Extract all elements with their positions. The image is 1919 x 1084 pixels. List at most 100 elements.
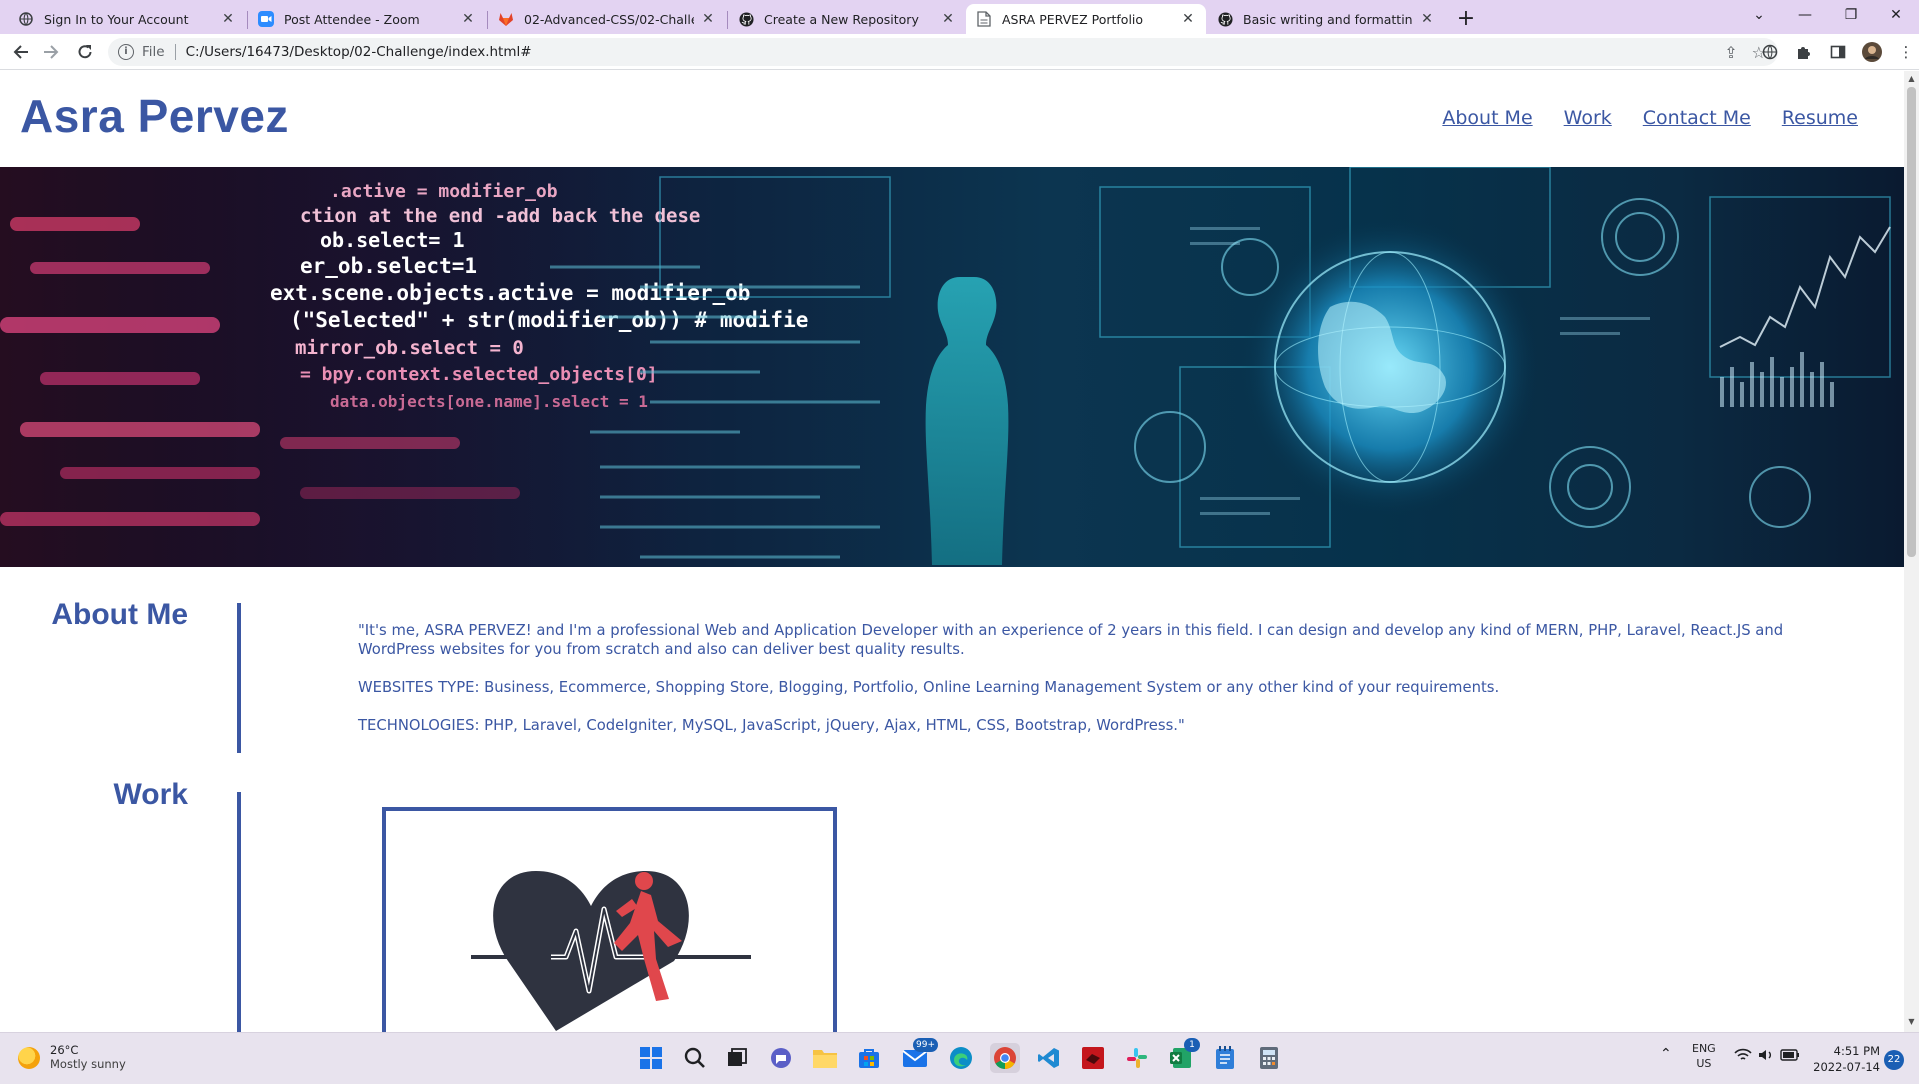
close-tab-icon[interactable]: ✕ [460, 11, 476, 27]
start-windows-icon[interactable] [636, 1043, 666, 1073]
reload-button[interactable] [72, 39, 98, 65]
site-title: Asra Pervez [20, 90, 289, 142]
close-tab-icon[interactable]: ✕ [940, 11, 956, 27]
globe-icon [18, 11, 34, 27]
scrollbar-thumb[interactable] [1907, 87, 1916, 557]
address-url[interactable]: C:/Users/16473/Desktop/02-Challenge/inde… [186, 44, 532, 60]
new-tab-button[interactable]: + [1452, 6, 1480, 34]
hero-code-line: ction at the end -add back the dese [300, 205, 700, 227]
mail-icon[interactable]: 99+ [900, 1038, 938, 1073]
hero-code-line: data.objects[one.name].select = 1 [330, 392, 648, 411]
tab-title: ASRA PERVEZ Portfolio [1002, 11, 1144, 27]
minimize-button[interactable]: — [1782, 0, 1828, 30]
nav-link-work[interactable]: Work [1564, 107, 1612, 129]
scroll-down-arrow-icon[interactable]: ▼ [1907, 1017, 1916, 1027]
hero-code-line: ext.scene.objects.active = modifier_ob [270, 281, 750, 305]
battery-icon[interactable] [1780, 1048, 1800, 1066]
close-window-button[interactable]: ✕ [1873, 0, 1919, 30]
sun-icon [18, 1046, 40, 1069]
clock-date: 2022-07-14 [1813, 1060, 1880, 1074]
about-me-text: "It's me, ASRA PERVEZ! and I'm a profess… [358, 621, 1818, 754]
hero-code-line: .active = modifier_ob [330, 181, 558, 202]
slack-icon[interactable] [1122, 1043, 1152, 1073]
scroll-up-arrow-icon[interactable]: ▲ [1907, 74, 1916, 84]
taskbar-clock[interactable]: 4:51 PM 2022-07-14 [1810, 1043, 1880, 1075]
close-tab-icon[interactable]: ✕ [220, 11, 236, 27]
red-app-icon[interactable] [1078, 1043, 1108, 1073]
file-explorer-icon[interactable] [810, 1043, 840, 1073]
vscode-icon[interactable] [1034, 1043, 1064, 1073]
restore-button[interactable]: ❐ [1828, 0, 1874, 30]
address-scheme: File [142, 44, 165, 60]
close-tab-icon[interactable]: ✕ [1419, 11, 1435, 27]
tab-title: 02-Advanced-CSS/02-Challenge [524, 11, 694, 27]
file-icon [976, 11, 992, 27]
tab-title: Create a New Repository [764, 11, 919, 27]
tab-title: Basic writing and formatting synt [1243, 11, 1413, 27]
about-paragraph: "It's me, ASRA PERVEZ! and I'm a profess… [358, 622, 1784, 658]
about-divider [237, 603, 241, 753]
github-icon [738, 11, 754, 27]
heart-runner-logo [471, 871, 751, 1031]
close-tab-icon[interactable]: ✕ [1180, 11, 1196, 27]
work-project-card[interactable] [382, 807, 837, 1032]
browser-tab-5[interactable]: Basic writing and formatting synt ✕ [1207, 4, 1445, 34]
address-bar[interactable]: i File C:/Users/16473/Desktop/02-Challen… [108, 38, 1778, 66]
work-heading: Work [113, 778, 188, 811]
calculator-icon[interactable] [1254, 1043, 1284, 1073]
notification-count-badge[interactable]: 22 [1884, 1050, 1904, 1070]
extensions-puzzle-icon[interactable] [1794, 42, 1814, 62]
tab-search-chevron-icon[interactable]: ⌄ [1736, 0, 1782, 30]
gitlab-icon [498, 11, 514, 27]
site-nav: About Me Work Contact Me Resume [1442, 107, 1858, 129]
mail-badge: 99+ [913, 1038, 938, 1052]
forward-button[interactable] [38, 39, 64, 65]
browser-tab-3[interactable]: Create a New Repository ✕ [728, 4, 966, 34]
wifi-icon[interactable] [1734, 1048, 1752, 1066]
browser-menu-icon[interactable]: ⋮ [1896, 42, 1916, 62]
clock-time: 4:51 PM [1833, 1044, 1880, 1058]
browser-tab-strip: Sign In to Your Account ✕ Post Attendee … [0, 0, 1919, 34]
nav-link-contact-me[interactable]: Contact Me [1643, 107, 1751, 129]
browser-tab-2[interactable]: 02-Advanced-CSS/02-Challenge ✕ [488, 4, 726, 34]
teams-chat-icon[interactable] [766, 1043, 796, 1073]
site-header: Asra Pervez About Me Work Contact Me Res… [0, 71, 1904, 167]
volume-icon[interactable] [1758, 1048, 1774, 1066]
hero-code-line: er_ob.select=1 [300, 254, 477, 278]
language-indicator[interactable]: ENG US [1692, 1041, 1716, 1071]
browser-tab-1[interactable]: Post Attendee - Zoom ✕ [248, 4, 486, 34]
tab-title: Post Attendee - Zoom [284, 11, 420, 27]
github-icon [1217, 11, 1233, 27]
page-scrollbar[interactable]: ▲ ▼ [1904, 71, 1919, 1032]
browser-toolbar: i File C:/Users/16473/Desktop/02-Challen… [0, 34, 1919, 70]
task-view-icon[interactable] [722, 1043, 752, 1073]
nav-link-resume[interactable]: Resume [1782, 107, 1858, 129]
hero-code-line: = bpy.context.selected_objects[0] [300, 364, 658, 385]
close-tab-icon[interactable]: ✕ [700, 11, 716, 27]
profile-avatar[interactable] [1862, 42, 1882, 62]
notepad-icon[interactable] [1210, 1043, 1240, 1073]
zoom-icon [258, 11, 274, 27]
share-icon[interactable]: ⇪ [1724, 43, 1737, 62]
site-info-icon[interactable]: i [118, 44, 134, 60]
browser-tab-4-active[interactable]: ASRA PERVEZ Portfolio ✕ [966, 4, 1206, 34]
tab-title: Sign In to Your Account [44, 11, 189, 27]
windows-taskbar: 26°C Mostly sunny 99+ 1 ⌃ ENG US 4:51 PM… [0, 1032, 1919, 1084]
edge-icon[interactable] [946, 1043, 976, 1073]
hero-code-line: ("Selected" + str(modifier_ob)) # modifi… [290, 308, 808, 332]
side-panel-icon[interactable] [1828, 42, 1848, 62]
excel-icon[interactable]: 1 [1166, 1038, 1200, 1073]
about-me-heading: About Me [51, 598, 188, 631]
microsoft-store-icon[interactable] [854, 1043, 884, 1073]
hero-code-line: mirror_ob.select = 0 [295, 337, 524, 359]
browser-tab-0[interactable]: Sign In to Your Account ✕ [8, 4, 246, 34]
tray-chevron-up-icon[interactable]: ⌃ [1660, 1047, 1672, 1062]
chrome-icon[interactable] [990, 1043, 1020, 1073]
page-viewport: Asra Pervez About Me Work Contact Me Res… [0, 71, 1904, 1032]
search-icon[interactable] [680, 1043, 710, 1073]
extension-globe-icon[interactable] [1760, 42, 1780, 62]
weather-condition: Mostly sunny [50, 1057, 126, 1071]
back-button[interactable] [8, 39, 34, 65]
nav-link-about-me[interactable]: About Me [1442, 107, 1532, 129]
weather-widget[interactable]: 26°C Mostly sunny [18, 1043, 126, 1072]
